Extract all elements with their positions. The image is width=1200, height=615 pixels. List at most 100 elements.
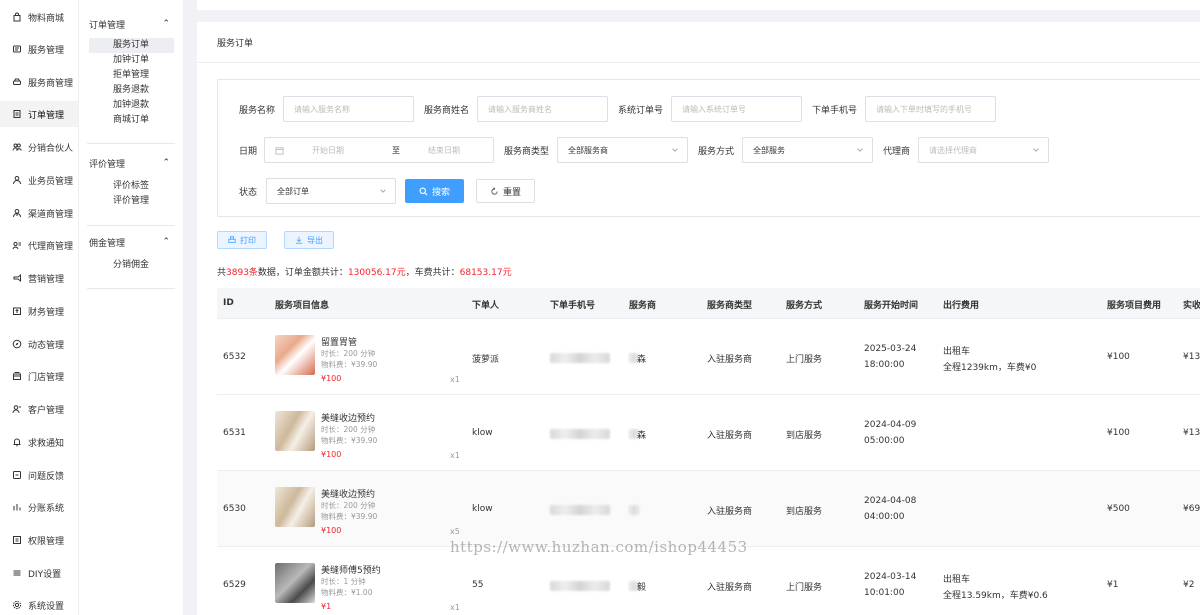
- order-user: klow: [472, 504, 493, 514]
- refresh-icon: [491, 186, 498, 195]
- paid-amount: ¥13: [1183, 352, 1200, 362]
- channel-icon: [12, 208, 22, 218]
- provider-type-select[interactable]: 全部服务商: [557, 137, 688, 163]
- permission-icon: [12, 535, 22, 545]
- sidebar-item-8[interactable]: 代理商管理: [0, 232, 78, 258]
- service-name: 留置胃管: [321, 338, 358, 348]
- service-duration: 时长：200 分钟: [321, 501, 376, 510]
- sidebar-item-3[interactable]: 服务商管理: [0, 69, 78, 95]
- sidebar-item-13[interactable]: 客户管理: [0, 396, 78, 422]
- start-time: 04:00:00: [864, 512, 905, 522]
- chevron-down-icon: [1033, 148, 1039, 152]
- submenu-item-review-manage[interactable]: 评价管理: [79, 194, 184, 209]
- service-mode: 到店服务: [786, 507, 823, 517]
- sidebar-item-4[interactable]: 订单管理: [0, 101, 78, 127]
- end-date-input[interactable]: 结束日期: [428, 145, 460, 156]
- filter-form: 服务名称 请输入服务名称 服务商姓名 请输入服务商姓名 系统订单号 请输入系统订…: [217, 79, 1200, 217]
- travel-mode: 出租车: [943, 347, 971, 357]
- service-name: 美缝收边预约: [321, 414, 376, 424]
- submenu-item-refund[interactable]: 服务退款: [79, 83, 184, 98]
- status-select[interactable]: 全部订单: [266, 178, 396, 204]
- submenu-group-title[interactable]: 佣金管理 ⌃: [79, 232, 184, 252]
- order-id: 6530: [223, 504, 246, 514]
- submenu-group-title[interactable]: 订单管理 ⌃: [79, 14, 184, 34]
- sidebar-item-2[interactable]: 服务管理: [0, 36, 78, 62]
- service-mode: 上门服务: [786, 583, 823, 593]
- start-date: 2025-03-24: [864, 344, 917, 354]
- sidebar-item-17[interactable]: 权限管理: [0, 527, 78, 553]
- print-button-label: 打印: [240, 235, 256, 245]
- search-icon: [419, 187, 428, 195]
- diy-icon: [12, 568, 22, 578]
- service-price: ¥1: [321, 602, 332, 611]
- service-mode: 上门服务: [786, 355, 823, 365]
- store-icon: [12, 371, 22, 381]
- sidebar-item-label: 订单管理: [28, 110, 65, 121]
- sidebar-item-label: 渠道商管理: [28, 209, 74, 220]
- divider: [87, 143, 175, 144]
- download-icon: [295, 236, 303, 244]
- submenu-item-extra-order[interactable]: 加钟订单: [79, 53, 184, 68]
- order-no-label: 系统订单号: [618, 106, 664, 116]
- sidebar-item-14[interactable]: 求救通知: [0, 429, 78, 455]
- export-button[interactable]: 导出: [284, 231, 334, 249]
- date-range-picker[interactable]: 开始日期 至 结束日期: [264, 137, 494, 163]
- print-button[interactable]: 打印: [217, 231, 267, 249]
- sidebar-item-11[interactable]: 动态管理: [0, 331, 78, 357]
- reset-button[interactable]: 重置: [476, 179, 535, 203]
- service-name-input[interactable]: 请输入服务名称: [283, 96, 414, 122]
- partner-icon: [12, 142, 22, 152]
- feedback-icon: [12, 470, 22, 480]
- sidebar-item-18[interactable]: DIY设置: [0, 560, 78, 586]
- material-fee: 物料费：¥39.90: [321, 436, 378, 445]
- service-name: 美缝师傅5预约: [321, 566, 381, 576]
- search-button[interactable]: 搜索: [405, 179, 464, 203]
- phone-input[interactable]: 请输入下单时填写的手机号: [865, 96, 996, 122]
- sidebar-item-12[interactable]: 门店管理: [0, 363, 78, 389]
- provider-type: 入驻服务商: [707, 355, 753, 365]
- table-row: 6529 美缝师傅5预约 时长：1 分钟 物料费：¥1.00 ¥1 x1 55 毅 入驻服务商 上…: [217, 547, 1200, 615]
- sidebar-item-9[interactable]: 营销管理: [0, 265, 78, 291]
- provider-name: 毅: [637, 583, 647, 593]
- col-provider: 服务商: [629, 301, 657, 311]
- submenu-item-commission[interactable]: 分销佣金: [79, 258, 184, 273]
- sidebar-item-1[interactable]: 物料商城: [0, 4, 78, 30]
- finance-icon: [12, 306, 22, 316]
- sidebar-item-10[interactable]: 财务管理: [0, 298, 78, 324]
- col-service-mode: 服务方式: [786, 301, 823, 311]
- sidebar-item-19[interactable]: 系统设置: [0, 592, 78, 615]
- sidebar-item-label: 代理商管理: [28, 241, 74, 252]
- sidebar-item-6[interactable]: 业务员管理: [0, 167, 78, 193]
- submenu-item-extra-refund[interactable]: 加钟退款: [79, 98, 184, 113]
- submenu-title-commission: 佣金管理: [89, 238, 126, 249]
- sidebar-item-5[interactable]: 分销合伙人: [0, 134, 78, 160]
- chevron-down-icon: [380, 189, 386, 193]
- start-date-input[interactable]: 开始日期: [312, 145, 392, 156]
- col-travel-fee: 出行费用: [943, 301, 980, 311]
- submenu-item-review-tags[interactable]: 评价标签: [79, 179, 184, 194]
- start-date: 2024-04-08: [864, 496, 917, 506]
- item-fee: ¥1: [1107, 580, 1119, 590]
- service-thumbnail: [275, 487, 315, 527]
- page-title: 服务订单: [217, 39, 254, 49]
- divider: [87, 288, 175, 289]
- phone-redacted: [550, 429, 610, 439]
- sidebar-item-16[interactable]: 分账系统: [0, 494, 78, 520]
- submenu-item-service-order[interactable]: 服务订单: [89, 38, 174, 53]
- col-service-info: 服务项目信息: [275, 301, 330, 311]
- agent-select[interactable]: 请选择代理商: [918, 137, 1049, 163]
- summary-text: 数据，订单金额共计：: [257, 268, 348, 278]
- sidebar-item-7[interactable]: 渠道商管理: [0, 200, 78, 226]
- service-qty: x1: [450, 375, 460, 384]
- submenu-item-mall-order[interactable]: 商城订单: [79, 113, 184, 128]
- customer-icon: [12, 404, 22, 414]
- provider-name-input[interactable]: 请输入服务商姓名: [477, 96, 608, 122]
- paid-amount: ¥69: [1183, 504, 1200, 514]
- order-no-input[interactable]: 请输入系统订单号: [671, 96, 802, 122]
- service-mode-select[interactable]: 全部服务: [742, 137, 873, 163]
- submenu-item-rejected[interactable]: 拒单管理: [79, 68, 184, 83]
- submenu-group-title[interactable]: 评价管理 ⌃: [79, 153, 184, 173]
- sidebar-item-label: 客户管理: [28, 405, 65, 416]
- provider-type: 入驻服务商: [707, 507, 753, 517]
- sidebar-item-15[interactable]: 问题反馈: [0, 462, 78, 488]
